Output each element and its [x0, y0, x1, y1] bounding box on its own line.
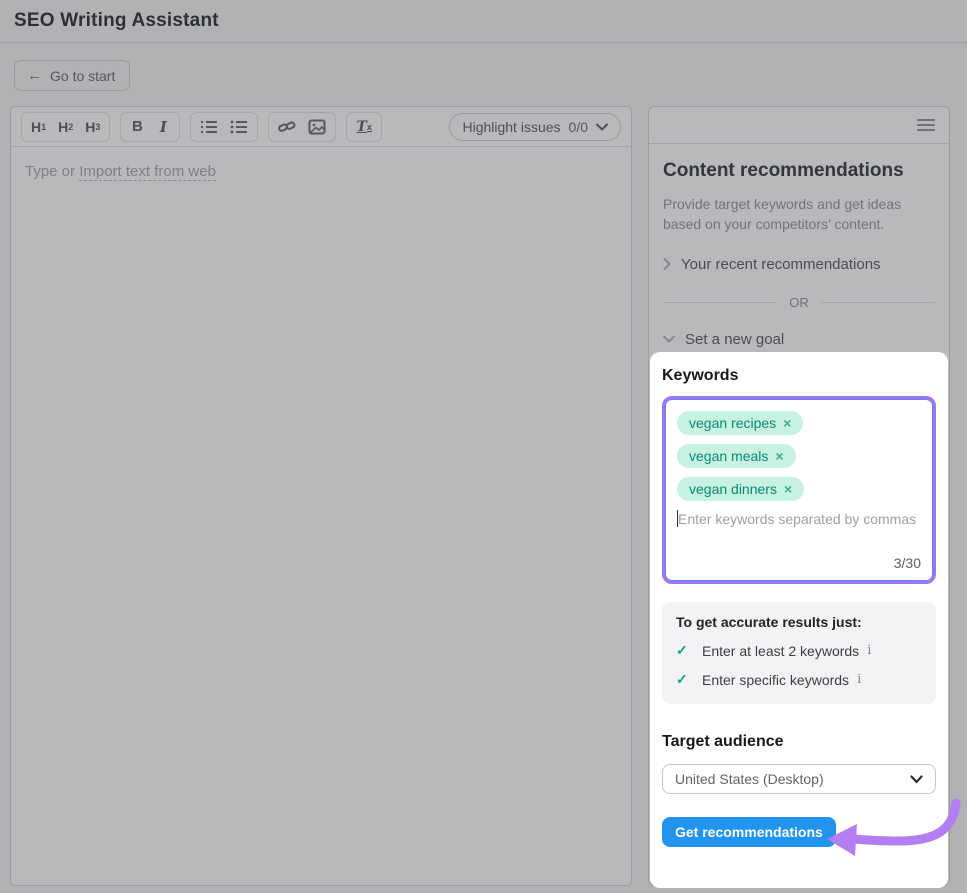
insert-button-group: [268, 112, 336, 142]
bold-button[interactable]: B: [125, 116, 149, 138]
editor-toolbar: H1 H2 H3 B I: [11, 107, 631, 147]
keywords-text-input[interactable]: Enter keywords separated by commas: [677, 510, 923, 527]
link-button[interactable]: [273, 116, 301, 138]
info-icon[interactable]: i: [867, 643, 871, 658]
recent-recommendations-accordion[interactable]: Your recent recommendations: [663, 256, 935, 273]
h3-button[interactable]: H3: [80, 116, 105, 138]
keyword-tag[interactable]: vegan recipes ×: [677, 411, 803, 435]
hints-title: To get accurate results just:: [676, 614, 922, 630]
keywords-label: Keywords: [662, 367, 936, 385]
remove-keyword-icon[interactable]: ×: [784, 482, 792, 496]
editor-text-area[interactable]: Type or Import text from web: [11, 147, 631, 196]
check-icon: ✓: [676, 671, 702, 688]
editor-panel: H1 H2 H3 B I: [10, 106, 632, 886]
panel-description: Provide target keywords and get ideas ba…: [663, 194, 935, 235]
accuracy-hints-box: To get accurate results just: ✓ Enter at…: [662, 602, 936, 704]
keyword-tag-label: vegan meals: [689, 448, 768, 464]
or-divider: OR: [663, 295, 935, 310]
chevron-down-icon: [910, 775, 923, 784]
keywords-input-box[interactable]: vegan recipes × vegan meals × vegan dinn…: [662, 396, 936, 584]
page-title: SEO Writing Assistant: [14, 10, 953, 32]
highlight-issues-count: 0/0: [569, 119, 588, 135]
ordered-list-icon: [200, 119, 218, 135]
h1-button[interactable]: H1: [26, 116, 51, 138]
image-button[interactable]: [303, 116, 331, 138]
menu-icon[interactable]: [917, 116, 935, 134]
check-icon: ✓: [676, 642, 702, 659]
keyword-tag-label: vegan dinners: [689, 481, 777, 497]
hint-text: Enter specific keywords: [702, 672, 849, 688]
target-audience-value: United States (Desktop): [675, 771, 824, 787]
import-text-link[interactable]: Import text from web: [79, 163, 216, 181]
h2-button[interactable]: H2: [53, 116, 78, 138]
hint-item: ✓ Enter at least 2 keywords i: [676, 642, 922, 659]
hint-text: Enter at least 2 keywords: [702, 643, 859, 659]
keyword-tag[interactable]: vegan meals ×: [677, 444, 796, 468]
app-header: SEO Writing Assistant: [0, 0, 967, 43]
format-button-group: B I: [120, 112, 180, 142]
target-audience-label: Target audience: [662, 733, 936, 751]
set-new-goal-accordion[interactable]: Set a new goal: [663, 331, 935, 348]
bullet-list-button[interactable]: [225, 116, 253, 138]
or-label: OR: [789, 295, 809, 310]
remove-keyword-icon[interactable]: ×: [775, 449, 783, 463]
go-to-start-button[interactable]: ← Go to start: [14, 60, 130, 91]
chevron-down-icon: [663, 335, 675, 343]
recent-recommendations-label: Your recent recommendations: [681, 256, 881, 273]
info-icon[interactable]: i: [857, 672, 861, 687]
chevron-right-icon: [663, 258, 671, 270]
hint-item: ✓ Enter specific keywords i: [676, 671, 922, 688]
clear-formatting-button[interactable]: Tx: [351, 116, 376, 138]
bullet-list-icon: [230, 119, 248, 135]
set-goal-card: Keywords vegan recipes × vegan meals × v…: [650, 352, 948, 888]
remove-keyword-icon[interactable]: ×: [783, 416, 791, 430]
image-icon: [308, 119, 326, 135]
panel-title: Content recommendations: [663, 160, 935, 182]
panel-header: [649, 107, 949, 144]
editor-placeholder: Type or: [25, 163, 79, 180]
chevron-down-icon: [596, 123, 608, 131]
keywords-placeholder: Enter keywords separated by commas: [678, 511, 916, 527]
clear-format-group: Tx: [346, 112, 381, 142]
link-icon: [278, 119, 296, 135]
ordered-list-button[interactable]: [195, 116, 223, 138]
set-new-goal-label: Set a new goal: [685, 331, 784, 348]
heading-button-group: H1 H2 H3: [21, 112, 110, 142]
back-arrow-icon: ←: [27, 67, 42, 84]
target-audience-select[interactable]: United States (Desktop): [662, 764, 936, 794]
list-button-group: [190, 112, 258, 142]
keywords-counter: 3/30: [894, 555, 921, 571]
go-to-start-label: Go to start: [50, 68, 115, 84]
italic-button[interactable]: I: [151, 116, 175, 138]
keyword-tag[interactable]: vegan dinners ×: [677, 477, 804, 501]
highlight-issues-label: Highlight issues: [462, 119, 560, 135]
highlight-issues-dropdown[interactable]: Highlight issues 0/0: [449, 113, 621, 141]
keyword-tag-label: vegan recipes: [689, 415, 776, 431]
panel-body: Content recommendations Provide target k…: [649, 144, 949, 362]
get-recommendations-button[interactable]: Get recommendations: [662, 817, 836, 847]
